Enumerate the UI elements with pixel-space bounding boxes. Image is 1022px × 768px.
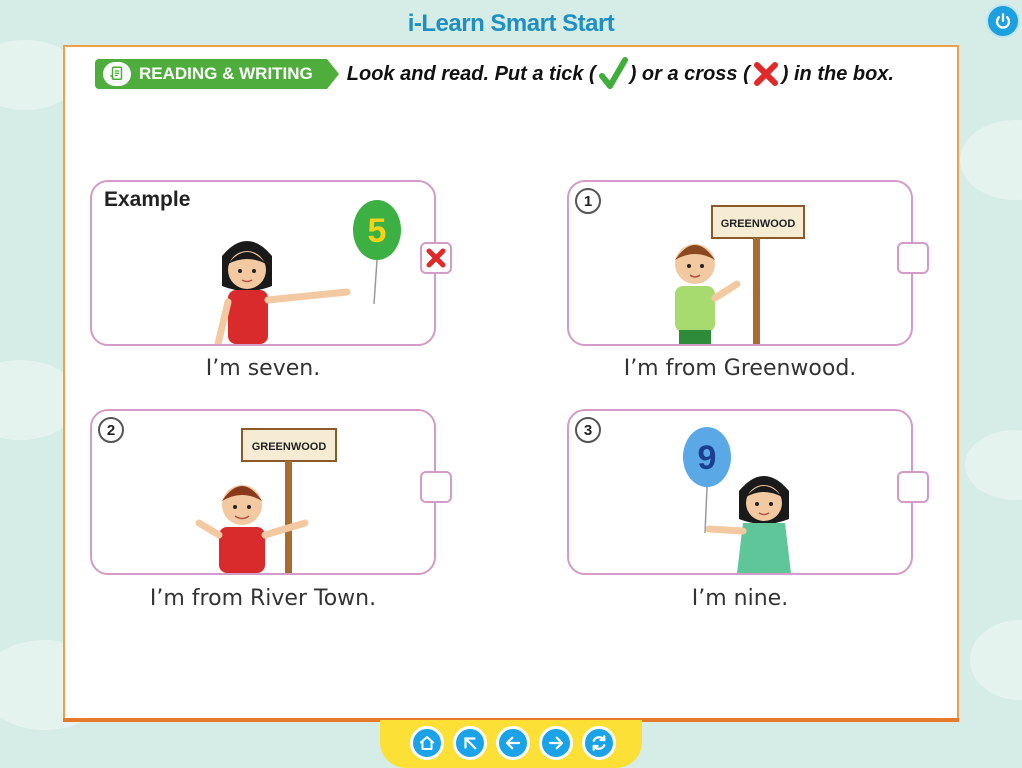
home-button[interactable] [410, 726, 444, 760]
next-button[interactable] [539, 726, 573, 760]
power-button[interactable] [986, 4, 1020, 38]
caption: I’m nine. [691, 586, 789, 611]
cross-icon [426, 248, 446, 268]
example-label: Example [104, 188, 191, 211]
sign-text: GREENWOOD [721, 218, 796, 230]
background-cloud [960, 120, 1022, 200]
instruction-part: Look and read. Put a tick ( [346, 62, 596, 85]
previous-button[interactable] [496, 726, 530, 760]
question-card-3: 3 9 [567, 409, 929, 575]
navigation-bar [380, 720, 642, 768]
question-number: 1 [575, 188, 601, 214]
background-cloud [970, 620, 1022, 700]
question-card-1: 1 GREENWOOD [567, 180, 929, 346]
home-icon [419, 736, 435, 750]
instruction-part: ) in the box. [781, 62, 894, 85]
app-title: i-Learn Smart Start [407, 10, 615, 37]
background-cloud [965, 430, 1022, 500]
worksheet-page: READING & WRITING Look and read. Put a t… [63, 45, 959, 721]
skill-label: READING & WRITING [139, 64, 313, 83]
arrow-right-icon [548, 736, 564, 750]
boy-with-sign-illustration: GREENWOOD [675, 205, 805, 344]
balloon-number: 9 [698, 439, 717, 477]
arrow-up-left-icon [464, 737, 477, 750]
sign-text: GREENWOOD [252, 441, 327, 453]
answer-box[interactable] [897, 242, 929, 274]
back-to-menu-button[interactable] [453, 726, 487, 760]
answer-box[interactable] [420, 242, 452, 274]
tick-icon [598, 57, 628, 89]
girl-with-balloon-illustration: 5 [214, 200, 401, 344]
girl-with-balloon-illustration: 9 [683, 427, 791, 573]
arrow-left-icon [505, 736, 521, 750]
balloon-number: 5 [368, 212, 387, 250]
caption: I’m from River Town. [149, 586, 377, 611]
instruction-row: READING & WRITING Look and read. Put a t… [95, 57, 894, 91]
question-card-2: 2 GREENWOOD [90, 409, 452, 575]
answer-box[interactable] [897, 471, 929, 503]
power-icon [995, 13, 1011, 29]
caption: I’m seven. [205, 356, 321, 381]
cross-icon [753, 62, 778, 86]
document-hand-icon [103, 62, 131, 86]
refresh-icon [592, 735, 606, 751]
refresh-button[interactable] [582, 726, 616, 760]
instruction-part: ) or a cross ( [629, 62, 750, 85]
boy-with-sign-illustration: GREENWOOD [195, 428, 337, 573]
answer-box[interactable] [420, 471, 452, 503]
question-number: 2 [98, 417, 124, 443]
question-number: 3 [575, 417, 601, 443]
example-card: Example 5 [90, 180, 452, 346]
skill-tag: READING & WRITING [95, 59, 339, 89]
instruction-text: Look and read. Put a tick ( ) or a cross… [347, 56, 894, 92]
caption: I’m from Greenwood. [623, 356, 857, 381]
